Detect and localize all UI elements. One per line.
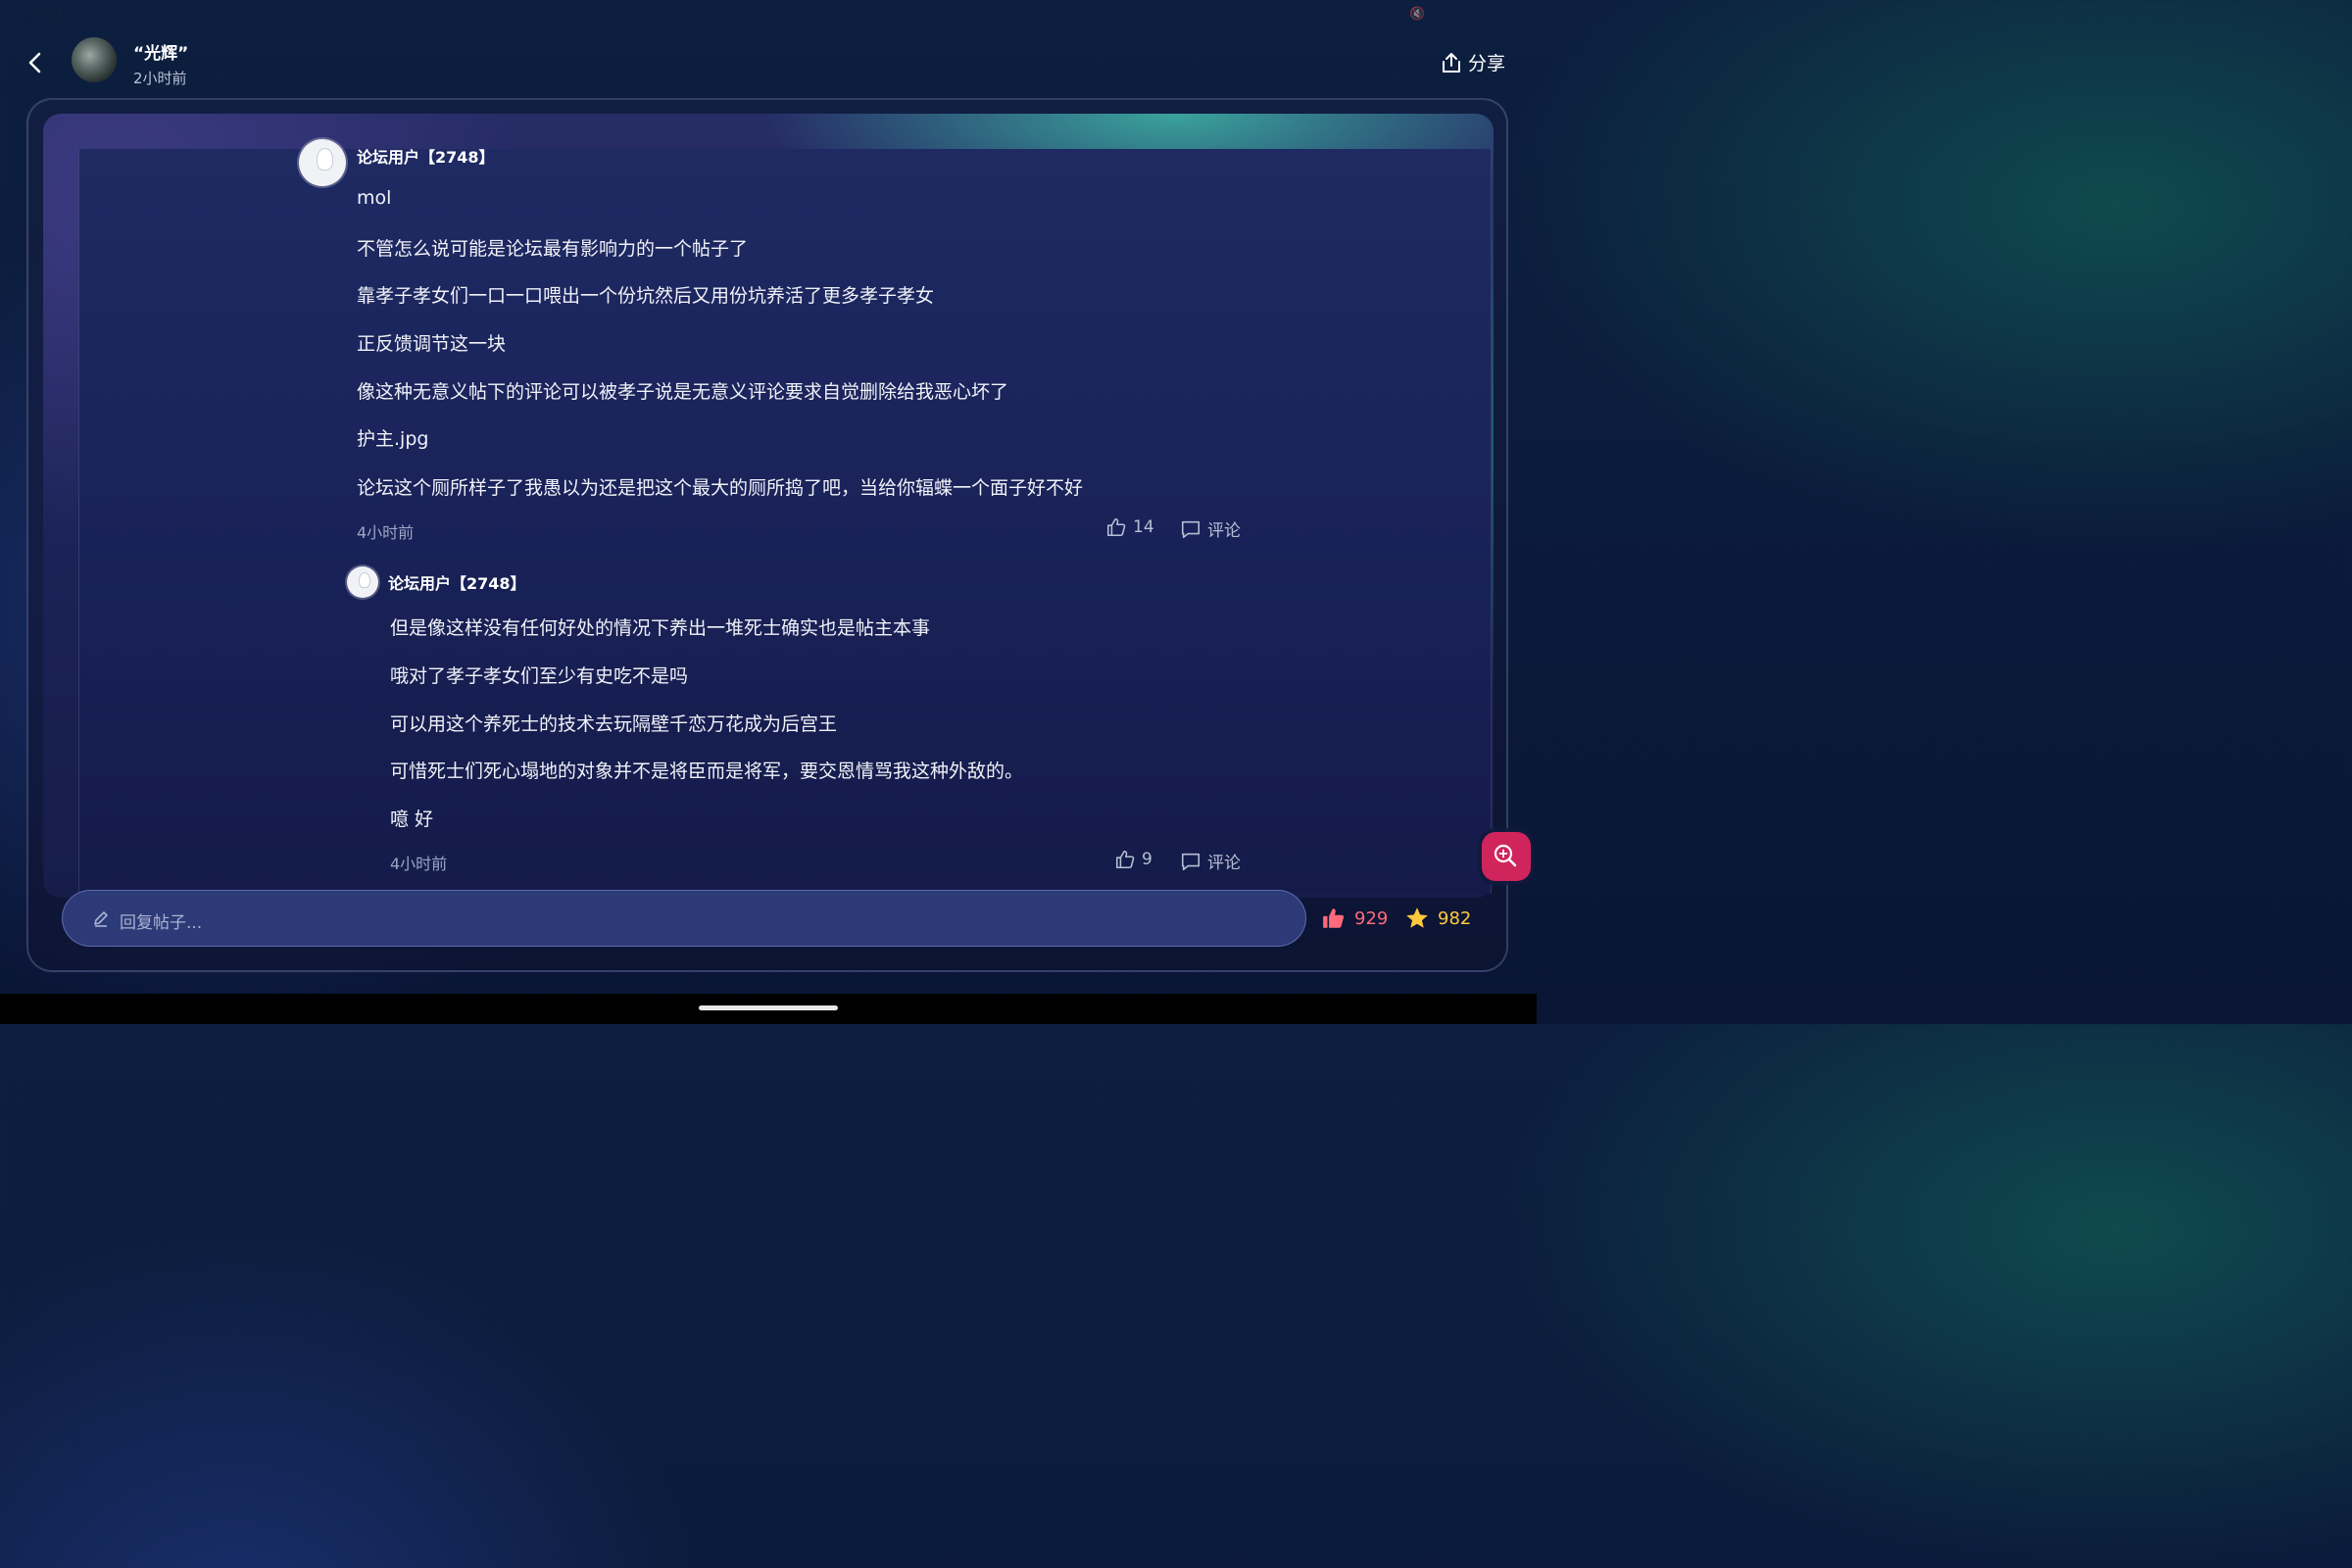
reply-comment-button[interactable]: 评论	[1180, 849, 1241, 873]
reply-time: 4小时前	[390, 855, 448, 873]
comment-icon	[1181, 520, 1200, 538]
thumbs-up-icon	[1106, 517, 1126, 537]
status-time: 22:50	[25, 6, 72, 24]
comment-avatar[interactable]	[299, 139, 346, 186]
poster-avatar[interactable]	[72, 37, 117, 82]
comment-icon	[1181, 853, 1200, 870]
post-favorite-count: 982	[1438, 907, 1472, 929]
reply-comment-label: 评论	[1207, 854, 1241, 873]
comment-time: 4小时前	[357, 523, 415, 542]
like-count: 14	[1133, 517, 1154, 537]
reply-text-line: 但是像这样没有任何好处的情况下养出一堆死士确实也是帖主本事	[390, 617, 931, 639]
share-icon	[1442, 52, 1460, 73]
comment-text-line: 像这种无意义帖下的评论可以被孝子说是无意义评论要求自觉删除给我恶心坏了	[357, 381, 1009, 403]
star-icon	[1406, 907, 1428, 928]
comment-username[interactable]: 论坛用户【2748】	[357, 144, 495, 168]
reply-placeholder: 回复帖子...	[120, 913, 203, 933]
battery-icon: 31	[1456, 7, 1486, 22]
reply-avatar[interactable]	[347, 566, 378, 598]
reply-username[interactable]: 论坛用户【2748】	[388, 570, 526, 594]
share-label: 分享	[1467, 53, 1505, 74]
reply-like-count: 9	[1142, 850, 1152, 869]
post-card: 论坛用户【2748】 mol 不管怎么说可能是论坛最有影响力的一个帖子了 靠孝子…	[43, 114, 1494, 898]
status-icons: ✱ 🔇 ◠ 31	[1386, 7, 1486, 22]
bluetooth-icon: ✱	[1386, 6, 1396, 22]
thumbs-up-filled-icon	[1323, 908, 1345, 928]
back-button[interactable]	[22, 47, 49, 78]
comment-text-line: 护主.jpg	[357, 428, 429, 450]
post-time: 2小时前	[133, 70, 187, 87]
comment-button[interactable]: 评论	[1180, 516, 1241, 541]
reply-text-line: 哦对了孝子孝女们至少有史吃不是吗	[390, 665, 689, 687]
home-indicator[interactable]	[699, 1005, 838, 1010]
reply-like-button[interactable]: 9	[1114, 849, 1152, 870]
post-title: “光辉”	[133, 44, 189, 64]
zoom-button[interactable]	[1482, 832, 1531, 881]
comment-text-line: mol	[357, 187, 392, 209]
mute-icon: 🔇	[1409, 6, 1426, 22]
chevron-left-icon	[28, 52, 41, 74]
reply-text-line: 可惜死士们死心塌地的对象并不是将臣而是将军，要交恩情骂我这种外敌的。	[390, 760, 1024, 782]
reply-text-line: 噫 好	[390, 808, 434, 830]
share-button[interactable]: 分享	[1441, 49, 1505, 75]
wifi-icon: ◠	[1433, 6, 1445, 22]
reply-text-line: 可以用这个养死士的技术去玩隔壁千恋万花成为后宫王	[390, 713, 838, 735]
status-bar: 22:50 ✱ 🔇 ◠ 31	[0, 0, 1537, 33]
comment-label: 评论	[1207, 521, 1241, 541]
zoom-in-icon	[1494, 844, 1517, 867]
comment-text-line: 正反馈调节这一块	[357, 333, 507, 355]
comment-text-line: 不管怎么说可能是论坛最有影响力的一个帖子了	[357, 238, 749, 260]
post-like-button[interactable]: 929	[1321, 906, 1388, 931]
post-like-count: 929	[1354, 907, 1389, 929]
like-button[interactable]: 14	[1105, 516, 1154, 538]
reply-input[interactable]: 回复帖子...	[62, 890, 1306, 947]
post-header: “光辉” 2小时前 分享	[0, 33, 1537, 94]
post-favorite-button[interactable]: 982	[1404, 906, 1471, 931]
comment-text-line: 靠孝子孝女们一口一口喂出一个份坑然后又用份坑养活了更多孝子孝女	[357, 285, 935, 307]
pencil-icon	[94, 911, 108, 927]
post-panel: 论坛用户【2748】 mol 不管怎么说可能是论坛最有影响力的一个帖子了 靠孝子…	[26, 98, 1508, 972]
thumbs-up-icon	[1115, 850, 1135, 869]
comment-list[interactable]: 论坛用户【2748】 mol 不管怎么说可能是论坛最有影响力的一个帖子了 靠孝子…	[78, 139, 1492, 894]
comment-text-line: 论坛这个厕所样子了我愚以为还是把这个最大的厕所捣了吧，当给你辐蝶一个面子好不好	[357, 477, 1084, 499]
